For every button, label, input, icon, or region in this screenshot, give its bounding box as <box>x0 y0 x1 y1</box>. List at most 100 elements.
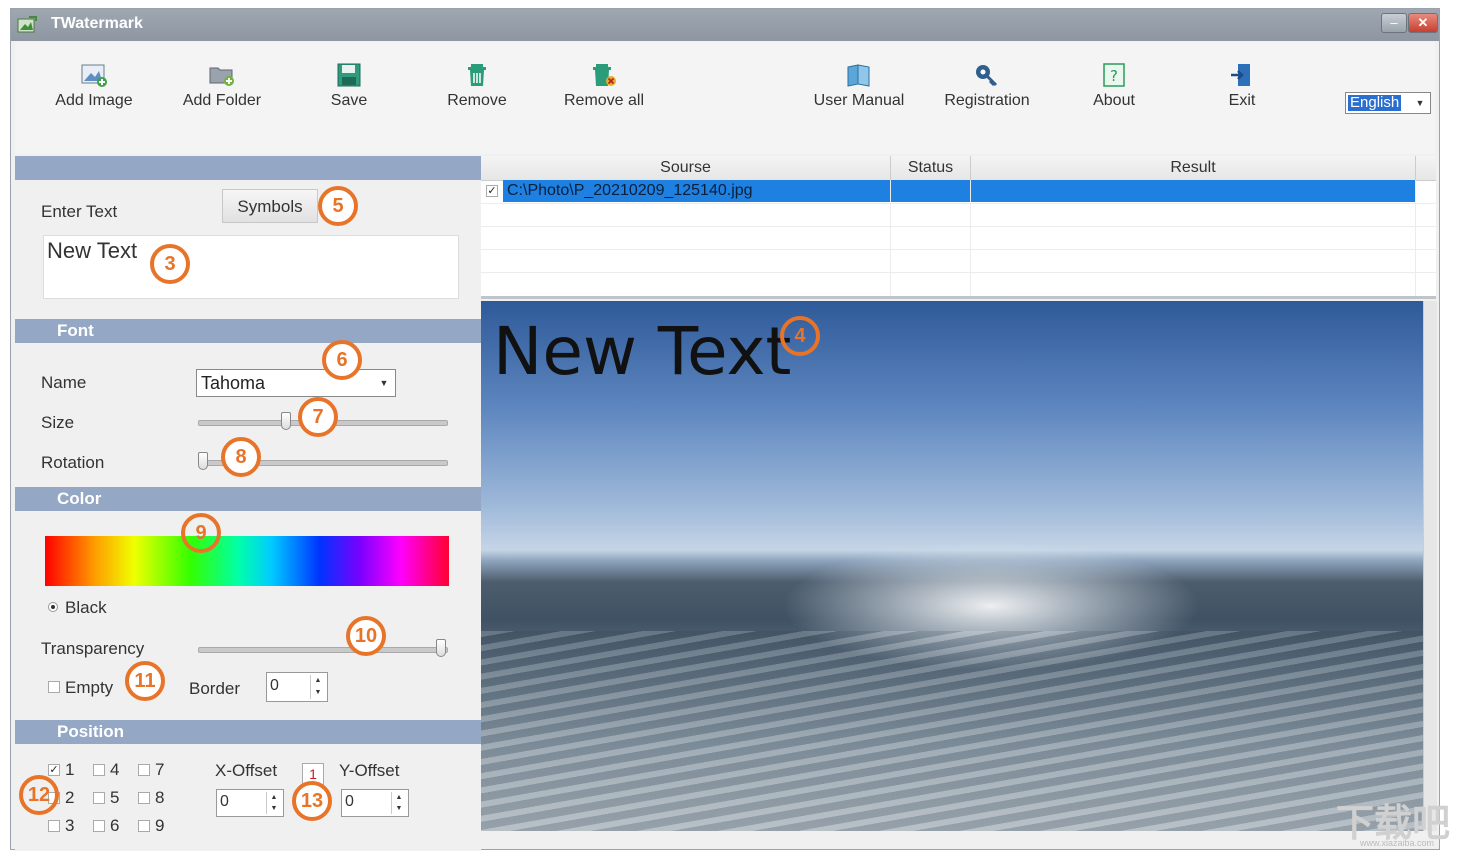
column-source[interactable]: Sourse <box>481 156 891 180</box>
table-row-empty <box>481 226 1436 250</box>
chevron-down-icon: ▼ <box>1415 98 1425 108</box>
toolbar: Add Image Add Folder Save Remove Remove … <box>15 42 1435 154</box>
size-slider-thumb[interactable] <box>281 412 292 430</box>
remove-all-label: Remove all <box>563 92 645 109</box>
column-divider <box>1415 180 1416 296</box>
language-value: English <box>1348 94 1402 111</box>
callout-3: 3 <box>150 244 190 284</box>
exit-button[interactable]: Exit <box>1187 62 1297 122</box>
position-label-2: 2 <box>65 788 75 807</box>
registration-button[interactable]: Registration <box>932 62 1042 122</box>
language-select[interactable]: English ▼ <box>1345 92 1431 114</box>
position-label-4: 4 <box>110 760 120 779</box>
spinner-arrows-icon[interactable]: ▲ ▼ <box>391 792 406 814</box>
font-section-header: Font <box>15 319 481 343</box>
spinner-arrows-icon[interactable]: ▲ ▼ <box>310 675 325 699</box>
x-offset-spinner[interactable]: 0 ▲ ▼ <box>216 789 284 817</box>
callout-9: 9 <box>181 513 221 553</box>
watermark-text-input[interactable]: New Text <box>43 235 459 299</box>
table-header: Sourse Status Result <box>481 156 1436 181</box>
add-folder-label: Add Folder <box>182 92 262 109</box>
callout-10: 10 <box>346 616 386 656</box>
callout-12: 12 <box>19 775 59 815</box>
position-label-7: 7 <box>155 760 165 779</box>
position-label-1: 1 <box>65 760 75 779</box>
position-checkbox-8[interactable] <box>138 792 150 804</box>
y-offset-spinner[interactable]: 0 ▲ ▼ <box>341 789 409 817</box>
add-image-button[interactable]: Add Image <box>39 62 149 122</box>
svg-text:?: ? <box>1110 67 1118 85</box>
font-name-value: Tahoma <box>201 373 266 393</box>
position-checkbox-3[interactable] <box>48 820 60 832</box>
preview-scrollbar[interactable] <box>1423 301 1437 831</box>
black-color-radio[interactable] <box>48 602 58 612</box>
minimize-button[interactable]: ‒ <box>1381 13 1407 33</box>
callout-11: 11 <box>125 661 165 701</box>
position-label-8: 8 <box>155 788 165 807</box>
spinner-arrows-icon[interactable]: ▲ ▼ <box>266 792 281 814</box>
position-label-6: 6 <box>110 816 120 835</box>
transparency-slider-thumb[interactable] <box>436 639 446 657</box>
exit-label: Exit <box>1228 92 1256 109</box>
save-button[interactable]: Save <box>294 62 404 122</box>
border-value: 0 <box>270 677 279 694</box>
callout-7: 7 <box>298 397 338 437</box>
window-title: TWatermark <box>51 15 143 32</box>
empty-checkbox[interactable] <box>48 681 60 693</box>
font-section-title: Font <box>57 321 94 340</box>
enter-text-label: Enter Text <box>41 202 118 221</box>
book-icon <box>847 64 870 87</box>
position-checkbox-1[interactable]: ✓ <box>48 764 60 776</box>
close-button[interactable]: ✕ <box>1408 13 1438 33</box>
about-button[interactable]: ? About <box>1059 62 1169 122</box>
sea-waves <box>481 631 1423 831</box>
rotation-slider-thumb[interactable] <box>198 452 208 470</box>
help-icon: ? <box>1103 63 1125 87</box>
remove-label: Remove <box>447 92 507 109</box>
user-manual-button[interactable]: User Manual <box>804 62 914 122</box>
column-result[interactable]: Result <box>971 156 1416 180</box>
position-checkbox-6[interactable] <box>93 820 105 832</box>
file-list-table: Sourse Status Result ✓ C:\Photo\P_202102… <box>481 156 1436 299</box>
position-label-5: 5 <box>110 788 120 807</box>
add-image-icon <box>81 64 107 87</box>
add-folder-button[interactable]: Add Folder <box>167 62 277 122</box>
save-label: Save <box>330 92 368 109</box>
x-offset-value: 0 <box>220 793 229 810</box>
callout-6: 6 <box>322 340 362 380</box>
transparency-slider[interactable] <box>198 647 448 653</box>
border-spinner[interactable]: 0 ▲ ▼ <box>266 672 328 702</box>
symbols-button[interactable]: Symbols <box>222 189 318 223</box>
position-checkbox-4[interactable] <box>93 764 105 776</box>
table-row-empty <box>481 203 1436 227</box>
position-checkbox-9[interactable] <box>138 820 150 832</box>
add-image-label: Add Image <box>55 92 133 109</box>
settings-panel: Enter Text Symbols New Text Font Name Ta… <box>15 156 481 851</box>
remove-all-button[interactable]: Remove all <box>549 62 659 122</box>
save-icon <box>337 63 361 87</box>
border-label: Border <box>189 679 241 698</box>
table-row[interactable]: ✓ C:\Photo\P_20210209_125140.jpg <box>481 180 1436 204</box>
position-checkbox-7[interactable] <box>138 764 150 776</box>
remove-button[interactable]: Remove <box>422 62 532 122</box>
chevron-down-icon: ▼ <box>379 378 389 388</box>
add-folder-icon <box>209 67 234 86</box>
registration-label: Registration <box>944 92 1030 109</box>
position-section-header: Position <box>15 720 481 744</box>
app-icon <box>17 16 37 33</box>
position-checkbox-5[interactable] <box>93 792 105 804</box>
color-spectrum-picker[interactable] <box>45 536 449 586</box>
about-label: About <box>1093 92 1135 109</box>
column-status[interactable]: Status <box>891 156 971 180</box>
exit-icon <box>1231 64 1250 86</box>
font-name-label: Name <box>41 373 87 392</box>
font-name-select[interactable]: Tahoma ▼ <box>196 369 396 397</box>
row-source: C:\Photo\P_20210209_125140.jpg <box>507 182 753 199</box>
app-window: TWatermark ‒ ✕ Add Image Add Folder Save… <box>10 8 1440 851</box>
row-checkbox[interactable]: ✓ <box>486 185 498 197</box>
callout-4: 4 <box>780 316 820 356</box>
empty-label: Empty <box>65 678 114 697</box>
key-icon <box>976 65 998 87</box>
user-manual-label: User Manual <box>813 92 905 109</box>
color-section-header: Color <box>15 487 481 511</box>
